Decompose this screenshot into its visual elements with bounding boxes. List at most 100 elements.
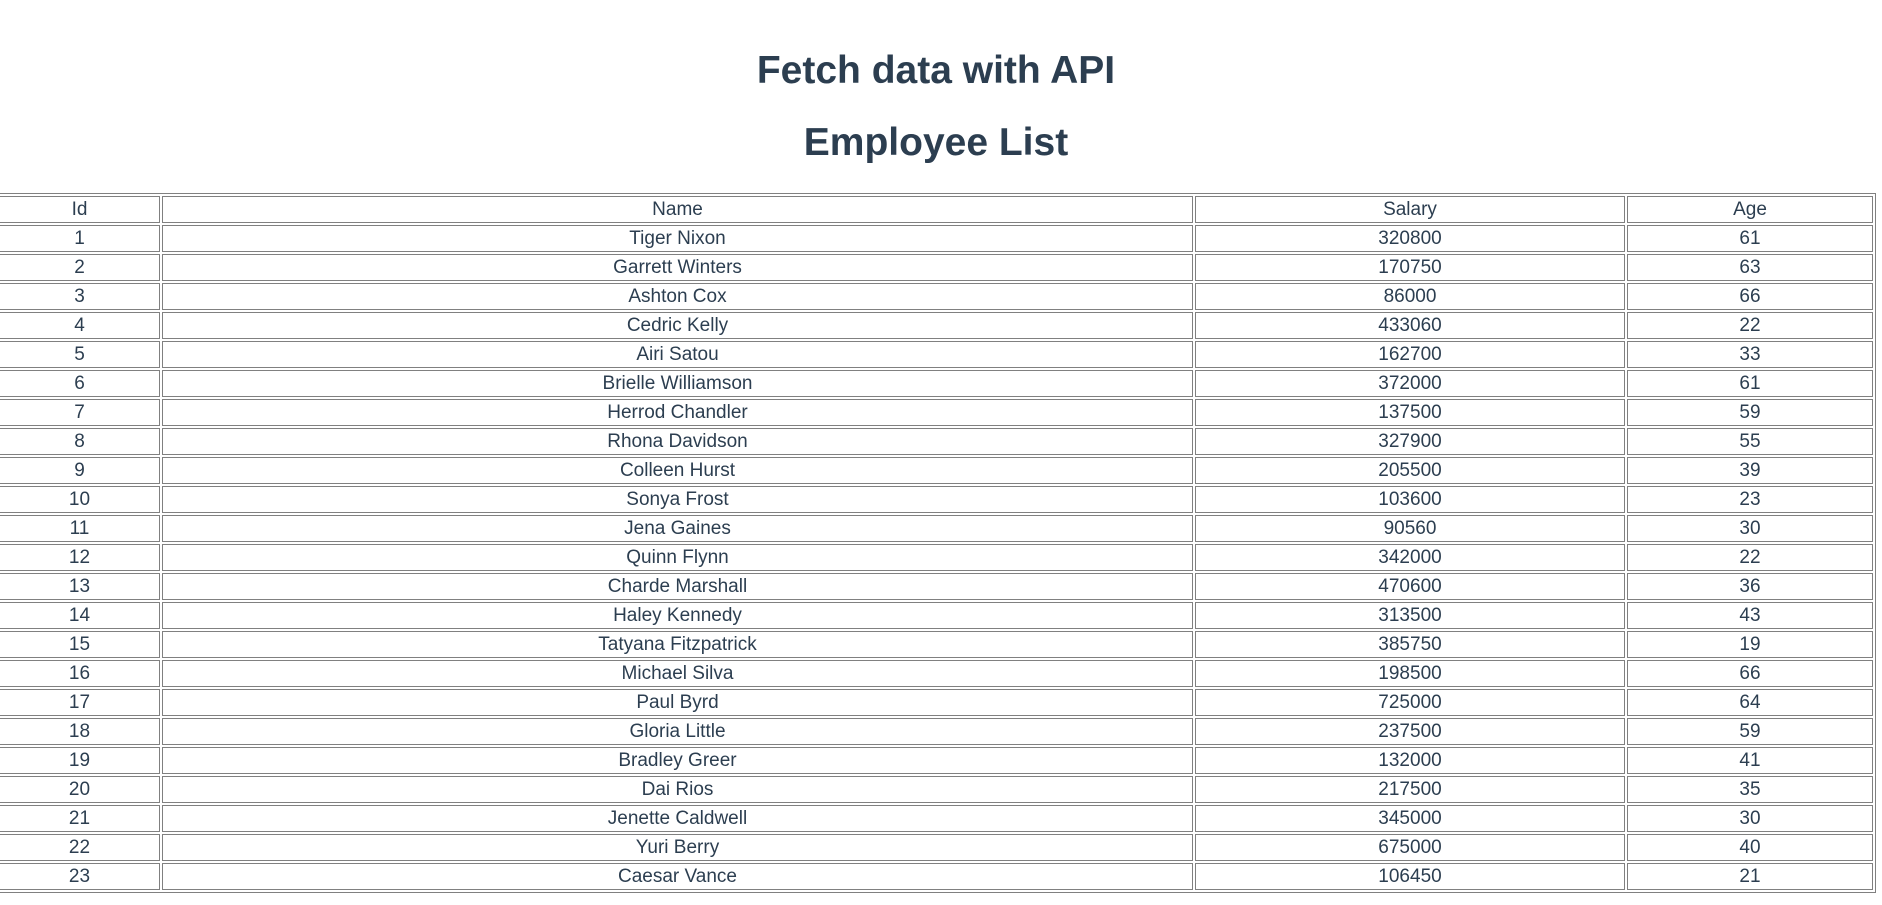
cell-age: 23 <box>1627 486 1873 513</box>
cell-name: Bradley Greer <box>162 747 1193 774</box>
table-row: 21 Jenette Caldwell 345000 30 <box>0 805 1873 832</box>
cell-name: Dai Rios <box>162 776 1193 803</box>
cell-salary: 675000 <box>1195 834 1625 861</box>
table-row: 8 Rhona Davidson 327900 55 <box>0 428 1873 455</box>
cell-age: 39 <box>1627 457 1873 484</box>
table-row: 3 Ashton Cox 86000 66 <box>0 283 1873 310</box>
cell-id: 11 <box>0 515 160 542</box>
cell-age: 30 <box>1627 805 1873 832</box>
cell-name: Gloria Little <box>162 718 1193 745</box>
cell-age: 55 <box>1627 428 1873 455</box>
table-row: 4 Cedric Kelly 433060 22 <box>0 312 1873 339</box>
table-row: 16 Michael Silva 198500 66 <box>0 660 1873 687</box>
table-row: 6 Brielle Williamson 372000 61 <box>0 370 1873 397</box>
cell-salary: 313500 <box>1195 602 1625 629</box>
cell-salary: 86000 <box>1195 283 1625 310</box>
table-row: 20 Dai Rios 217500 35 <box>0 776 1873 803</box>
cell-salary: 342000 <box>1195 544 1625 571</box>
cell-id: 8 <box>0 428 160 455</box>
cell-name: Herrod Chandler <box>162 399 1193 426</box>
table-row: 7 Herrod Chandler 137500 59 <box>0 399 1873 426</box>
cell-age: 19 <box>1627 631 1873 658</box>
cell-id: 4 <box>0 312 160 339</box>
cell-name: Yuri Berry <box>162 834 1193 861</box>
cell-age: 41 <box>1627 747 1873 774</box>
cell-age: 64 <box>1627 689 1873 716</box>
cell-name: Brielle Williamson <box>162 370 1193 397</box>
cell-id: 13 <box>0 573 160 600</box>
cell-salary: 385750 <box>1195 631 1625 658</box>
cell-salary: 725000 <box>1195 689 1625 716</box>
table-row: 10 Sonya Frost 103600 23 <box>0 486 1873 513</box>
cell-age: 59 <box>1627 399 1873 426</box>
cell-age: 61 <box>1627 370 1873 397</box>
cell-id: 7 <box>0 399 160 426</box>
page-title: Fetch data with API <box>756 49 1116 92</box>
cell-salary: 345000 <box>1195 805 1625 832</box>
page: Fetch data with API Employee List Id Nam… <box>0 0 1882 905</box>
cell-name: Paul Byrd <box>162 689 1193 716</box>
cell-name: Colleen Hurst <box>162 457 1193 484</box>
cell-name: Quinn Flynn <box>162 544 1193 571</box>
table-row: 1 Tiger Nixon 320800 61 <box>0 225 1873 252</box>
cell-salary: 433060 <box>1195 312 1625 339</box>
cell-age: 66 <box>1627 283 1873 310</box>
cell-age: 40 <box>1627 834 1873 861</box>
cell-age: 43 <box>1627 602 1873 629</box>
column-header-salary: Salary <box>1195 196 1625 223</box>
cell-id: 14 <box>0 602 160 629</box>
cell-name: Tiger Nixon <box>162 225 1193 252</box>
cell-name: Garrett Winters <box>162 254 1193 281</box>
table-header-row: Id Name Salary Age <box>0 196 1873 223</box>
cell-id: 6 <box>0 370 160 397</box>
cell-name: Jena Gaines <box>162 515 1193 542</box>
employee-table-container: Id Name Salary Age 1 Tiger Nixon 320800 61 2… <box>0 193 1876 893</box>
cell-id: 18 <box>0 718 160 745</box>
cell-salary: 217500 <box>1195 776 1625 803</box>
page-subtitle: Employee List <box>803 121 1069 164</box>
cell-salary: 470600 <box>1195 573 1625 600</box>
cell-age: 33 <box>1627 341 1873 368</box>
table-row: 2 Garrett Winters 170750 63 <box>0 254 1873 281</box>
cell-id: 23 <box>0 863 160 890</box>
cell-name: Airi Satou <box>162 341 1193 368</box>
cell-age: 36 <box>1627 573 1873 600</box>
table-row: 14 Haley Kennedy 313500 43 <box>0 602 1873 629</box>
employee-table: Id Name Salary Age 1 Tiger Nixon 320800 61 2… <box>0 193 1876 893</box>
cell-id: 10 <box>0 486 160 513</box>
cell-id: 16 <box>0 660 160 687</box>
cell-salary: 320800 <box>1195 225 1625 252</box>
cell-id: 2 <box>0 254 160 281</box>
cell-salary: 170750 <box>1195 254 1625 281</box>
cell-age: 63 <box>1627 254 1873 281</box>
table-row: 19 Bradley Greer 132000 41 <box>0 747 1873 774</box>
cell-salary: 372000 <box>1195 370 1625 397</box>
table-row: 15 Tatyana Fitzpatrick 385750 19 <box>0 631 1873 658</box>
cell-age: 61 <box>1627 225 1873 252</box>
cell-age: 22 <box>1627 312 1873 339</box>
cell-id: 1 <box>0 225 160 252</box>
cell-id: 17 <box>0 689 160 716</box>
cell-id: 21 <box>0 805 160 832</box>
table-row: 11 Jena Gaines 90560 30 <box>0 515 1873 542</box>
cell-salary: 327900 <box>1195 428 1625 455</box>
cell-age: 66 <box>1627 660 1873 687</box>
column-header-id: Id <box>0 196 160 223</box>
table-row: 22 Yuri Berry 675000 40 <box>0 834 1873 861</box>
cell-salary: 137500 <box>1195 399 1625 426</box>
cell-name: Charde Marshall <box>162 573 1193 600</box>
cell-salary: 103600 <box>1195 486 1625 513</box>
cell-name: Jenette Caldwell <box>162 805 1193 832</box>
cell-name: Sonya Frost <box>162 486 1193 513</box>
cell-name: Cedric Kelly <box>162 312 1193 339</box>
cell-name: Ashton Cox <box>162 283 1193 310</box>
cell-salary: 106450 <box>1195 863 1625 890</box>
cell-name: Haley Kennedy <box>162 602 1193 629</box>
cell-age: 21 <box>1627 863 1873 890</box>
cell-id: 15 <box>0 631 160 658</box>
cell-name: Michael Silva <box>162 660 1193 687</box>
cell-id: 5 <box>0 341 160 368</box>
cell-id: 12 <box>0 544 160 571</box>
table-row: 5 Airi Satou 162700 33 <box>0 341 1873 368</box>
column-header-age: Age <box>1627 196 1873 223</box>
